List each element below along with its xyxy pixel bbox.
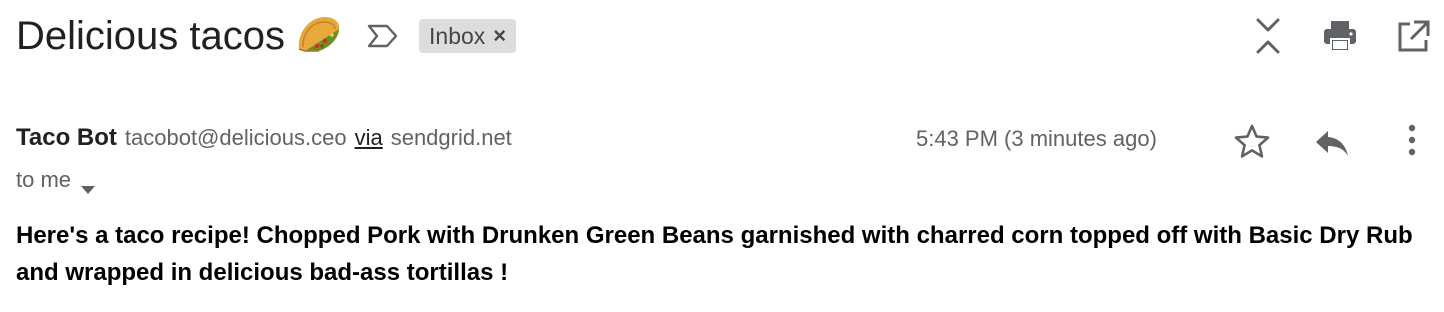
print-icon[interactable]: [1322, 16, 1358, 56]
more-options-icon[interactable]: [1392, 122, 1432, 162]
label-name: Inbox: [429, 22, 486, 49]
inbox-label-chip: Inbox ×: [419, 19, 517, 53]
remove-label-button[interactable]: ×: [493, 23, 506, 49]
email-subject: Delicious tacos: [16, 14, 286, 58]
open-in-new-window-icon[interactable]: [1394, 16, 1430, 56]
star-icon[interactable]: [1232, 122, 1272, 162]
sender-email: tacobot@delicious.ceo: [124, 125, 347, 150]
message-timestamp: 5:43 PM (3 minutes ago): [916, 126, 1157, 151]
sender-info: Taco Bot tacobot@delicious.ceo via sendg…: [16, 124, 512, 156]
message-body: Here's a taco recipe! Chopped Pork with …: [16, 222, 1413, 286]
subject-row: Delicious tacos Inbox ×: [16, 10, 517, 62]
recipient-details-toggle[interactable]: to me: [16, 166, 96, 194]
chevron-down-icon[interactable]: [81, 175, 96, 194]
expand-collapse-all-icon[interactable]: [1250, 16, 1286, 56]
via-domain: sendgrid.net: [390, 125, 512, 150]
reply-icon[interactable]: [1312, 122, 1352, 162]
important-marker-icon[interactable]: [365, 21, 401, 51]
sender-name[interactable]: Taco Bot: [16, 124, 117, 152]
taco-emoji-icon: [295, 13, 341, 53]
recipient-label: to me: [16, 167, 72, 192]
via-link[interactable]: via: [355, 125, 383, 151]
